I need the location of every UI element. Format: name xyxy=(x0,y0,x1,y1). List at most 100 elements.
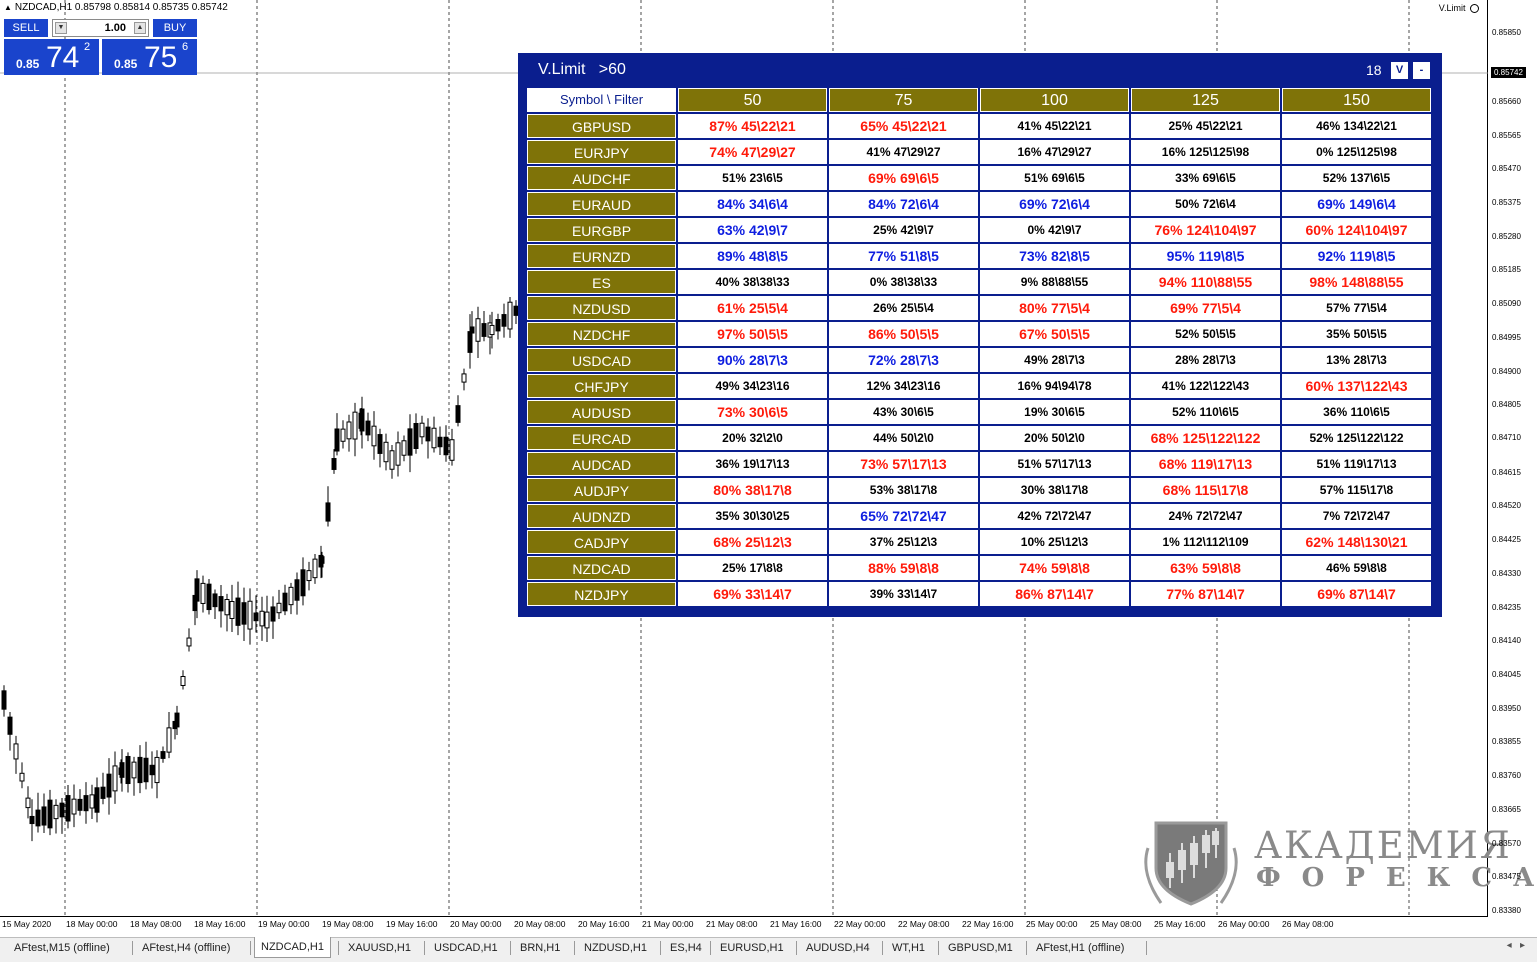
candle-body xyxy=(71,798,77,815)
symbol-cell-eurnzd: EURNZD xyxy=(527,244,676,268)
value-cell: 65% 72\72\47 xyxy=(829,504,978,528)
candle-body xyxy=(7,716,13,735)
lot-size-field[interactable]: ▼ 1.00 ▲ xyxy=(52,19,149,37)
tab-separator xyxy=(132,941,133,955)
tab-separator xyxy=(250,941,251,955)
price-tick-label: 0.84710 xyxy=(1492,433,1521,442)
tab-separator xyxy=(338,941,339,955)
tab-separator xyxy=(1146,941,1147,955)
value-cell: 52% 110\6\5 xyxy=(1131,400,1280,424)
candle-body xyxy=(407,428,413,456)
candle-body xyxy=(13,743,19,760)
minimize-button[interactable]: - xyxy=(1413,62,1430,79)
candle-body xyxy=(346,421,352,440)
chart-tab[interactable]: ES,H4 xyxy=(664,939,708,957)
tab-separator xyxy=(938,941,939,955)
candle-body xyxy=(19,772,25,782)
candle-body xyxy=(325,502,331,522)
candle-body xyxy=(312,558,318,579)
candle-body xyxy=(481,323,487,337)
value-cell: 51% 69\6\5 xyxy=(980,166,1129,190)
price-tick-label: 0.85280 xyxy=(1492,232,1521,241)
buy-price-sup: 6 xyxy=(182,41,189,53)
chart-tab[interactable]: AFtest,M15 (offline) xyxy=(8,939,116,957)
value-cell: 20% 50\2\0 xyxy=(980,426,1129,450)
lot-decrease-icon[interactable]: ▼ xyxy=(55,22,67,34)
candle-body xyxy=(264,611,270,629)
value-cell: 25% 45\22\21 xyxy=(1131,114,1280,138)
candle-body xyxy=(125,755,131,785)
vlimit-panel: V.Limit >60 18 V - Symbol \ Filter 50 75 10… xyxy=(518,53,1442,617)
price-tick-label: 0.84615 xyxy=(1492,468,1521,477)
price-tick-label: 0.85470 xyxy=(1492,164,1521,173)
candle-body xyxy=(371,425,377,447)
tab-separator xyxy=(510,941,511,955)
chart-tab[interactable]: WT,H1 xyxy=(886,939,931,957)
tab-scroll-arrows[interactable]: ◂ ▸ xyxy=(1507,940,1525,951)
time-tick-label: 19 May 08:00 xyxy=(322,919,374,929)
value-cell: 94% 110\88\55 xyxy=(1131,270,1280,294)
value-cell: 65% 45\22\21 xyxy=(829,114,978,138)
value-cell: 16% 125\125\98 xyxy=(1131,140,1280,164)
value-cell: 90% 28\7\3 xyxy=(678,348,827,372)
value-cell: 20% 32\2\0 xyxy=(678,426,827,450)
column-header-150: 150 xyxy=(1282,88,1431,112)
candle-body xyxy=(218,596,224,612)
value-cell: 39% 33\14\7 xyxy=(829,582,978,606)
sell-price-button[interactable]: 0.85 74 2 xyxy=(4,39,99,75)
value-cell: 0% 38\38\33 xyxy=(829,270,978,294)
value-cell: 25% 17\8\8 xyxy=(678,556,827,580)
candle-body xyxy=(224,599,230,616)
chart-tab[interactable]: AFtest,H4 (offline) xyxy=(136,939,236,957)
candle-body xyxy=(352,411,358,440)
time-tick-label: 25 May 08:00 xyxy=(1090,919,1142,929)
chart-tab[interactable]: AFtest,H1 (offline) xyxy=(1030,939,1130,957)
price-tick-label: 0.83855 xyxy=(1492,737,1521,746)
chart-tab[interactable]: NZDCAD,H1 xyxy=(254,937,331,958)
chart-tab[interactable]: BRN,H1 xyxy=(514,939,566,957)
value-cell: 86% 50\5\5 xyxy=(829,322,978,346)
value-cell: 86% 87\14\7 xyxy=(980,582,1129,606)
price-tick-label: 0.83760 xyxy=(1492,771,1521,780)
value-cell: 53% 38\17\8 xyxy=(829,478,978,502)
candle-body xyxy=(206,583,212,611)
value-cell: 69% 72\6\4 xyxy=(980,192,1129,216)
chart-tab[interactable]: EURUSD,H1 xyxy=(714,939,790,957)
sell-price-sup: 2 xyxy=(84,41,91,53)
chevron-left-icon[interactable]: ◂ xyxy=(1507,940,1512,951)
buy-button[interactable]: BUY xyxy=(153,19,197,37)
value-cell: 52% 50\5\5 xyxy=(1131,322,1280,346)
chart-tab[interactable]: XAUUSD,H1 xyxy=(342,939,417,957)
vlimit-v-button[interactable]: V xyxy=(1391,62,1408,79)
lot-size-value[interactable]: 1.00 xyxy=(104,22,126,34)
value-cell: 80% 38\17\8 xyxy=(678,478,827,502)
symbol-cell-nzdchf: NZDCHF xyxy=(527,322,676,346)
chart-tab[interactable]: USDCAD,H1 xyxy=(428,939,504,957)
value-cell: 37% 25\12\3 xyxy=(829,530,978,554)
candle-body xyxy=(174,712,180,728)
value-cell: 69% 149\6\4 xyxy=(1282,192,1431,216)
time-tick-label: 20 May 16:00 xyxy=(578,919,630,929)
price-tick-label: 0.83950 xyxy=(1492,704,1521,713)
symbol-cell-eurcad: EURCAD xyxy=(527,426,676,450)
value-cell: 49% 34\23\16 xyxy=(678,374,827,398)
price-tick-label: 0.84520 xyxy=(1492,501,1521,510)
candle-body xyxy=(186,637,192,647)
chart-tab[interactable]: GBPUSD,M1 xyxy=(942,939,1019,957)
lot-increase-icon[interactable]: ▲ xyxy=(134,22,146,34)
value-cell: 35% 30\30\25 xyxy=(678,504,827,528)
symbol-cell-audchf: AUDCHF xyxy=(527,166,676,190)
value-cell: 41% 45\22\21 xyxy=(980,114,1129,138)
sell-button[interactable]: SELL xyxy=(4,19,48,37)
value-cell: 19% 30\6\5 xyxy=(980,400,1129,424)
value-cell: 95% 119\8\5 xyxy=(1131,244,1280,268)
time-tick-label: 18 May 08:00 xyxy=(130,919,182,929)
chevron-right-icon[interactable]: ▸ xyxy=(1520,940,1525,951)
price-tick-label: 0.83665 xyxy=(1492,805,1521,814)
chart-tab[interactable]: AUDUSD,H4 xyxy=(800,939,876,957)
candle-body xyxy=(253,612,259,622)
value-cell: 30% 38\17\8 xyxy=(980,478,1129,502)
chart-tab[interactable]: NZDUSD,H1 xyxy=(578,939,653,957)
buy-price-button[interactable]: 0.85 75 6 xyxy=(102,39,197,75)
tab-separator xyxy=(660,941,661,955)
